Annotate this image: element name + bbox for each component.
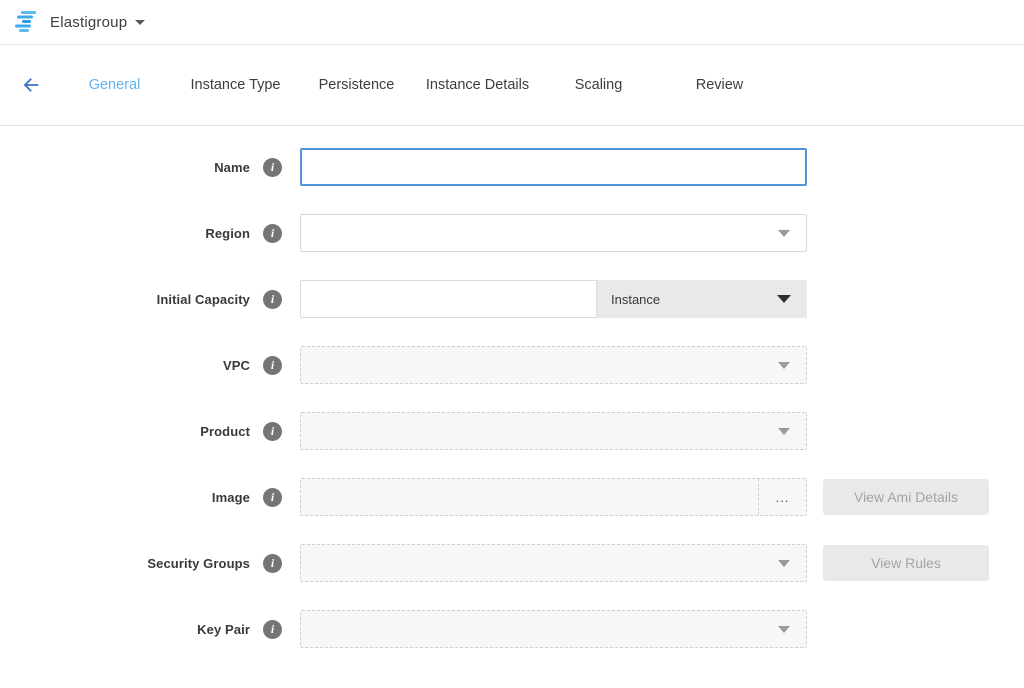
tab-persistence[interactable]: Persistence — [296, 77, 417, 93]
region-label: Region — [0, 226, 250, 241]
tab-review[interactable]: Review — [659, 77, 780, 93]
app-name: Elastigroup — [50, 14, 127, 31]
arrow-back-icon — [20, 74, 42, 96]
info-icon[interactable]: i — [263, 620, 282, 639]
info-icon[interactable]: i — [263, 488, 282, 507]
back-button[interactable] — [14, 68, 48, 102]
key-pair-label: Key Pair — [0, 622, 250, 637]
chevron-down-icon — [778, 230, 790, 237]
info-icon[interactable]: i — [263, 158, 282, 177]
elastigroup-logo-icon — [14, 11, 40, 33]
form-row-product: Product i — [0, 412, 1024, 450]
general-settings-form: Name i Region i Initial Capacity i Insta… — [0, 126, 1024, 648]
region-select[interactable] — [300, 214, 807, 252]
form-row-key-pair: Key Pair i — [0, 610, 1024, 648]
info-icon[interactable]: i — [263, 290, 282, 309]
info-icon[interactable]: i — [263, 224, 282, 243]
chevron-down-icon — [778, 560, 790, 567]
info-icon[interactable]: i — [263, 554, 282, 573]
app-switcher[interactable]: Elastigroup — [50, 14, 145, 31]
name-input[interactable] — [300, 148, 807, 186]
tab-general[interactable]: General — [54, 77, 175, 93]
wizard-tabs: General Instance Type Persistence Instan… — [54, 77, 780, 93]
image-input: ... — [300, 478, 807, 516]
view-rules-button[interactable]: View Rules — [823, 545, 989, 581]
form-row-security-groups: Security Groups i View Rules — [0, 544, 1024, 582]
form-row-vpc: VPC i — [0, 346, 1024, 384]
vpc-select — [300, 346, 807, 384]
image-label: Image — [0, 490, 250, 505]
wizard-tabbar: General Instance Type Persistence Instan… — [0, 45, 1024, 126]
image-value — [301, 479, 758, 515]
name-label: Name — [0, 160, 250, 175]
initial-capacity-input[interactable] — [300, 280, 597, 318]
info-icon[interactable]: i — [263, 356, 282, 375]
chevron-down-icon — [777, 295, 791, 303]
security-groups-select — [300, 544, 807, 582]
info-icon[interactable]: i — [263, 422, 282, 441]
tab-instance-details[interactable]: Instance Details — [417, 77, 538, 93]
form-row-name: Name i — [0, 148, 1024, 186]
capacity-unit-select[interactable]: Instance — [597, 280, 807, 318]
chevron-down-icon — [778, 362, 790, 369]
security-groups-label: Security Groups — [0, 556, 250, 571]
capacity-unit-value: Instance — [611, 292, 777, 307]
topbar: Elastigroup — [0, 0, 1024, 45]
tab-instance-type[interactable]: Instance Type — [175, 77, 296, 93]
product-select — [300, 412, 807, 450]
initial-capacity-label: Initial Capacity — [0, 292, 250, 307]
image-browse-button[interactable]: ... — [758, 479, 806, 515]
form-row-region: Region i — [0, 214, 1024, 252]
vpc-label: VPC — [0, 358, 250, 373]
product-label: Product — [0, 424, 250, 439]
key-pair-select — [300, 610, 807, 648]
form-row-image: Image i ... View Ami Details — [0, 478, 1024, 516]
view-ami-details-button[interactable]: View Ami Details — [823, 479, 989, 515]
chevron-down-icon — [778, 428, 790, 435]
tab-scaling[interactable]: Scaling — [538, 77, 659, 93]
form-row-initial-capacity: Initial Capacity i Instance — [0, 280, 1024, 318]
chevron-down-icon — [135, 20, 145, 25]
chevron-down-icon — [778, 626, 790, 633]
